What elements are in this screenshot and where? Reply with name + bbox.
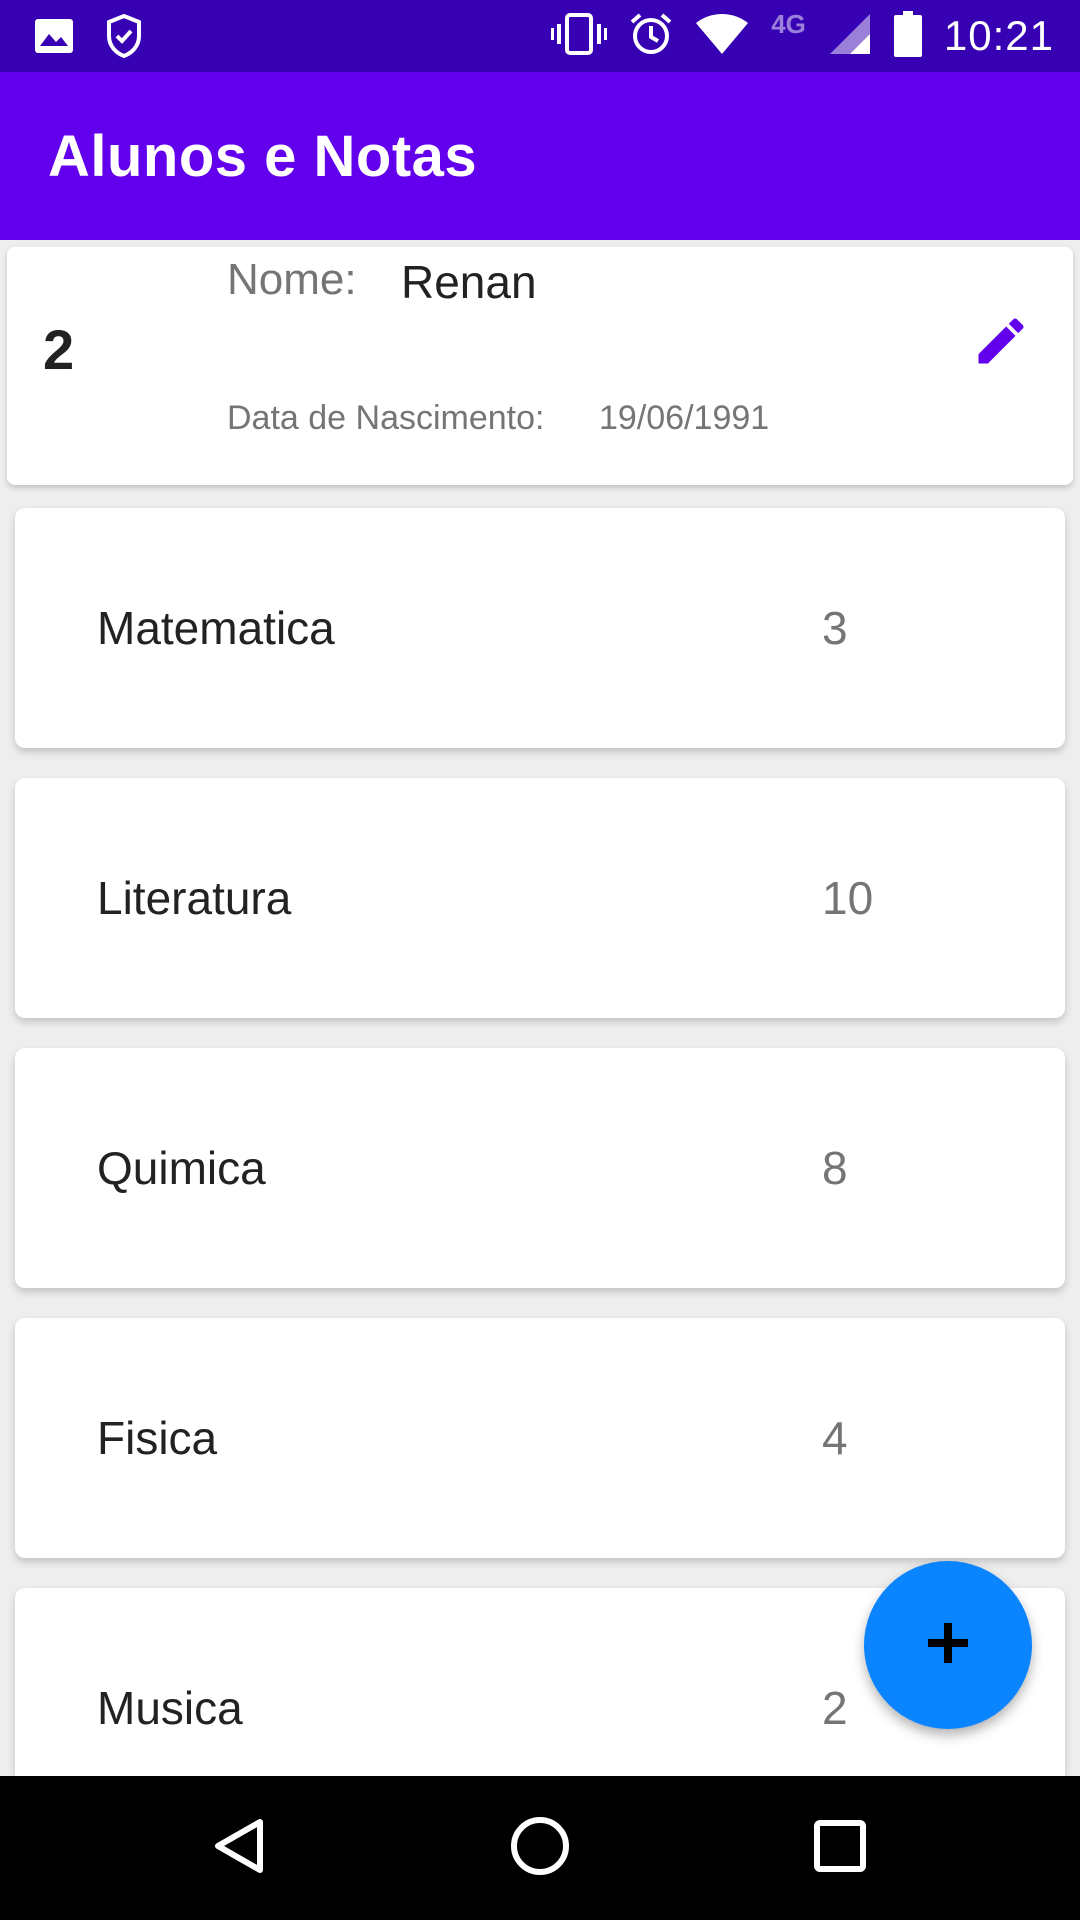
back-icon [210, 1816, 270, 1881]
grade-item[interactable]: Matematica 3 [15, 508, 1065, 748]
grade-item[interactable]: Quimica 8 [15, 1048, 1065, 1288]
grade-subject: Matematica [97, 602, 335, 654]
network-type-label: 4G [771, 8, 806, 39]
app-bar: Alunos e Notas [0, 72, 1080, 240]
page-title: Alunos e Notas [48, 123, 478, 189]
name-label: Nome: [227, 255, 357, 304]
back-button[interactable] [192, 1800, 288, 1896]
image-icon [34, 18, 74, 59]
status-bar: 4G 10:21 [0, 0, 1080, 72]
student-card: 2 Nome: Renan Data de Nascimento: 19/06/… [7, 247, 1073, 485]
vibrate-icon [551, 12, 608, 61]
status-time: 10:21 [943, 12, 1054, 59]
plus-icon [926, 1621, 970, 1670]
signal-icon [828, 12, 872, 61]
home-button[interactable] [492, 1800, 588, 1896]
grade-subject: Quimica [97, 1142, 266, 1194]
grade-value: 3 [822, 602, 848, 654]
pencil-icon [971, 311, 1031, 376]
student-birthdate: 19/06/1991 [599, 399, 770, 437]
add-grade-button[interactable] [864, 1561, 1032, 1729]
wifi-icon [695, 13, 749, 60]
home-icon [508, 1814, 572, 1883]
grade-subject: Fisica [97, 1412, 218, 1464]
alarm-icon [629, 12, 673, 61]
grade-value: 4 [822, 1412, 848, 1464]
recents-button[interactable] [792, 1800, 888, 1896]
grade-subject: Literatura [97, 872, 292, 924]
shield-check-icon [106, 13, 142, 63]
student-name: Renan [401, 256, 537, 308]
grade-item[interactable]: Fisica 4 [15, 1318, 1065, 1558]
grade-item[interactable]: Literatura 10 [15, 778, 1065, 1018]
battery-icon [893, 10, 922, 62]
grade-value: 8 [822, 1142, 848, 1194]
student-id: 2 [43, 318, 75, 381]
recents-icon [812, 1818, 868, 1879]
edit-student-button[interactable] [965, 307, 1037, 379]
grade-value: 10 [822, 872, 874, 924]
navigation-bar [0, 1776, 1080, 1920]
birthdate-label: Data de Nascimento: [227, 399, 545, 437]
